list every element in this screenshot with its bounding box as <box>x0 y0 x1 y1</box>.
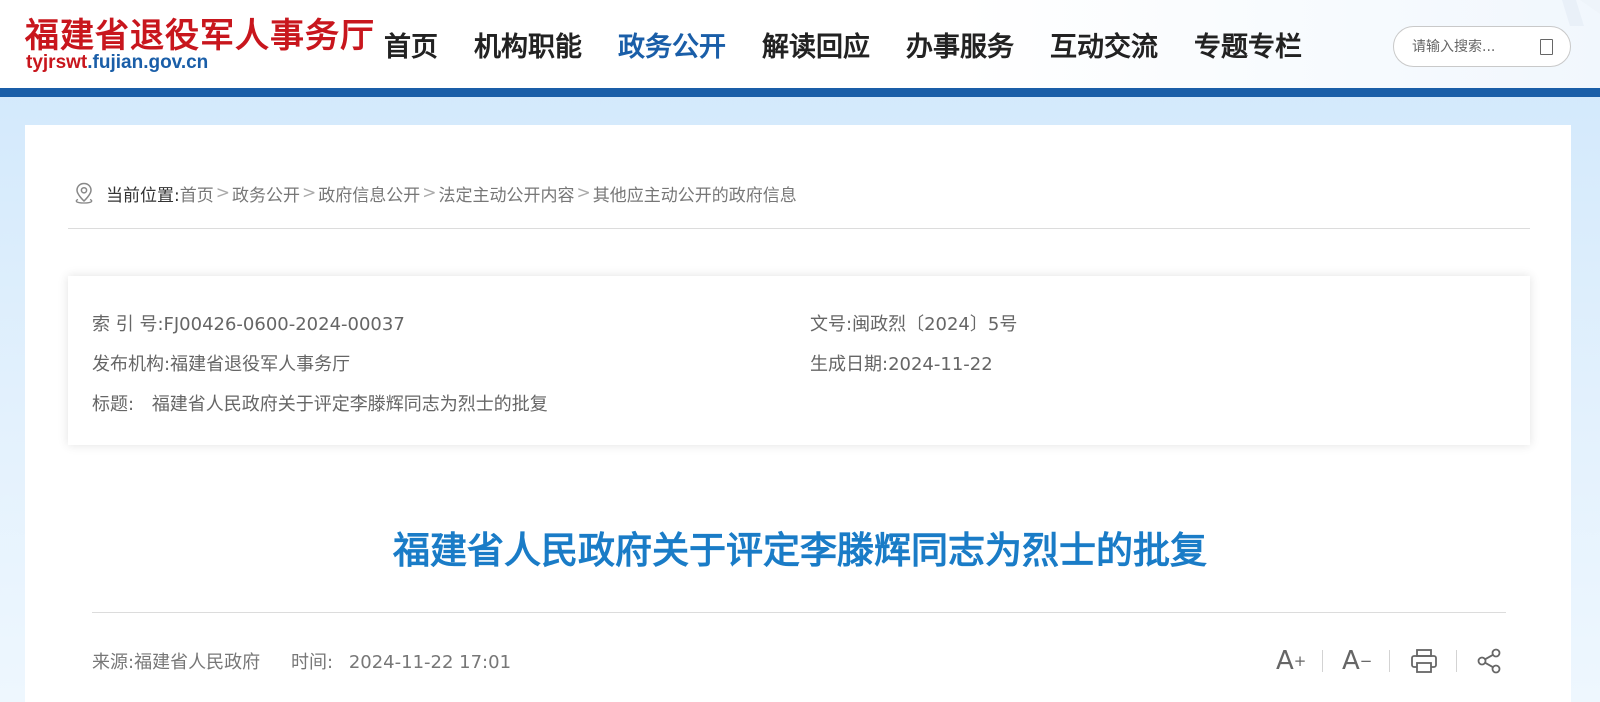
toolbar-separator <box>1389 650 1390 672</box>
breadcrumb: 当前位置: 首页 > 政务公开 > 政府信息公开 > 法定主动公开内容 > 其他… <box>74 180 797 206</box>
breadcrumb-item-gov-info[interactable]: 政府信息公开 <box>318 181 420 206</box>
corner-decoration-icon <box>1562 0 1600 26</box>
print-button[interactable] <box>1410 646 1438 676</box>
toolbar-separator <box>1456 650 1457 672</box>
site-header: 福建省退役军人事务厅 tyjrswt.fujian.gov.cn 首页 机构职能… <box>0 0 1600 90</box>
share-icon <box>1477 648 1501 674</box>
search-icon[interactable] <box>1540 39 1553 55</box>
font-increase-icon: A <box>1276 646 1294 676</box>
font-increase-button[interactable]: A + <box>1276 646 1306 676</box>
nav-item-topics[interactable]: 专题专栏 <box>1194 26 1302 70</box>
site-logo-url[interactable]: tyjrswt.fujian.gov.cn <box>26 52 208 74</box>
font-decrease-icon: A <box>1342 646 1360 676</box>
article-title: 福建省人民政府关于评定李滕辉同志为烈士的批复 <box>393 529 1207 572</box>
toolbar-separator <box>1322 650 1323 672</box>
breadcrumb-item-other-info[interactable]: 其他应主动公开的政府信息 <box>593 181 797 206</box>
site-logo-url-prefix: tyjrswt <box>26 52 88 73</box>
breadcrumb-label: 当前位置: <box>106 185 180 206</box>
header-divider-bar <box>0 88 1600 97</box>
info-title-value: 福建省人民政府关于评定李滕辉同志为烈士的批复 <box>151 394 548 415</box>
nav-item-interpretation[interactable]: 解读回应 <box>762 26 870 70</box>
font-decrease-button[interactable]: A − <box>1342 646 1372 676</box>
info-title-row: 标题: 福建省人民政府关于评定李滕辉同志为烈士的批复 <box>92 390 548 416</box>
nav-item-home[interactable]: 首页 <box>384 26 438 70</box>
nav-item-interaction[interactable]: 互动交流 <box>1050 26 1158 70</box>
article-time: 时间: 2024-11-22 17:01 <box>291 648 511 674</box>
location-icon <box>75 182 93 204</box>
breadcrumb-divider <box>68 228 1530 229</box>
breadcrumb-separator: > <box>422 183 437 203</box>
info-generated-date: 生成日期:2024-11-22 <box>810 354 993 375</box>
nav-item-functions[interactable]: 机构职能 <box>474 26 582 70</box>
breadcrumb-separator: > <box>301 183 317 203</box>
nav-item-services[interactable]: 办事服务 <box>906 26 1014 70</box>
main-nav: 首页 机构职能 政务公开 解读回应 办事服务 互动交流 专题专栏 <box>384 26 1338 70</box>
search-box <box>1393 26 1571 67</box>
nav-item-gov-affairs[interactable]: 政务公开 <box>618 26 726 70</box>
info-title-label: 标题: <box>92 394 135 415</box>
breadcrumb-separator: > <box>215 183 230 203</box>
share-button[interactable] <box>1476 646 1504 676</box>
search-input[interactable] <box>1412 36 1532 58</box>
print-icon <box>1411 649 1437 673</box>
breadcrumb-item-gov-affairs[interactable]: 政务公开 <box>232 181 300 206</box>
article-time-value: 2024-11-22 17:01 <box>348 652 512 673</box>
info-publisher: 发布机构:福建省退役军人事务厅 <box>92 354 351 375</box>
article-source: 来源:福建省人民政府 <box>92 652 261 673</box>
info-index-number: 索 引 号:FJ00426-0600-2024-00037 <box>92 314 405 335</box>
site-logo-url-suffix: .fujian.gov.cn <box>87 52 209 73</box>
site-logo-title[interactable]: 福建省退役军人事务厅 <box>25 8 375 57</box>
info-document-number: 文号:闽政烈〔2024〕5号 <box>810 314 1018 335</box>
font-increase-plus: + <box>1293 652 1307 670</box>
breadcrumb-item-home[interactable]: 首页 <box>180 181 214 206</box>
breadcrumb-separator: > <box>576 183 591 203</box>
article-time-label: 时间: <box>291 652 334 673</box>
breadcrumb-item-statutory[interactable]: 法定主动公开内容 <box>438 181 574 206</box>
title-divider <box>92 612 1506 613</box>
font-decrease-minus: − <box>1359 652 1373 670</box>
